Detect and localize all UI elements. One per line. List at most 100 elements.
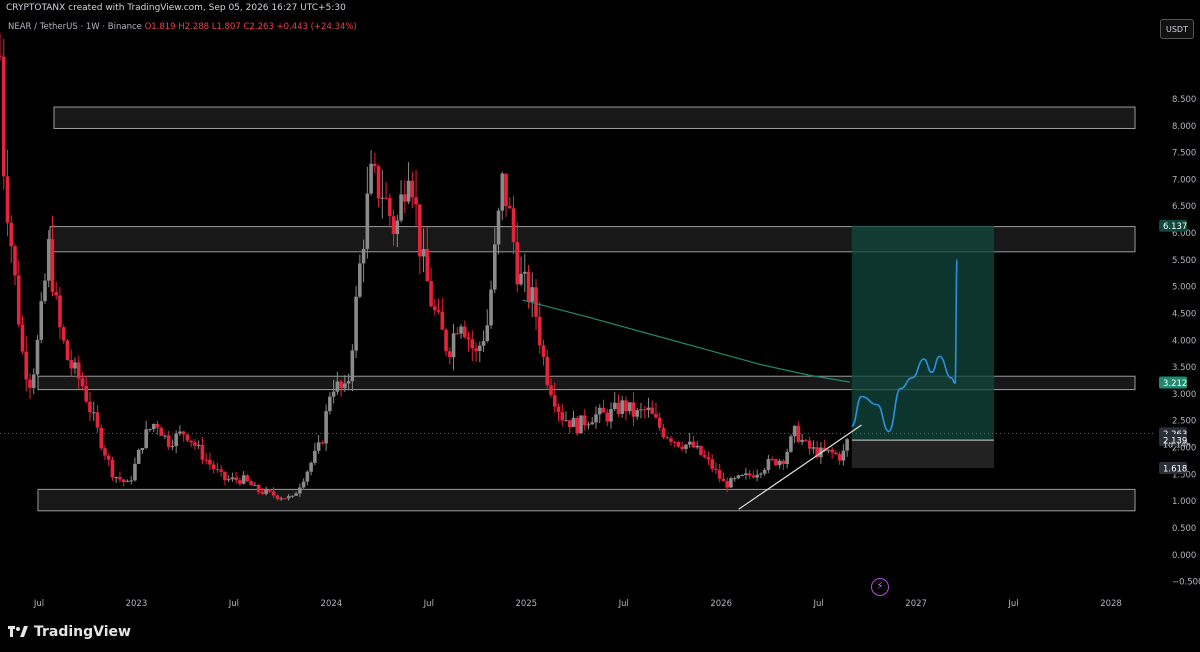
candle-body bbox=[223, 471, 227, 481]
candle-body bbox=[676, 441, 681, 447]
candle-body bbox=[155, 424, 160, 428]
candle-body bbox=[9, 222, 14, 247]
candle-body bbox=[350, 350, 355, 382]
candle-body bbox=[256, 484, 261, 492]
candle-body bbox=[294, 493, 298, 496]
candle-body bbox=[241, 475, 246, 484]
candle-body bbox=[114, 477, 118, 479]
y-tick-label: 6.500 bbox=[1172, 202, 1196, 212]
candle-body bbox=[759, 473, 763, 475]
candle-body bbox=[485, 325, 490, 341]
candle-body bbox=[729, 478, 733, 488]
y-tick-label: 3.500 bbox=[1172, 363, 1196, 373]
price-chart[interactable]: −0.5000.0000.5001.0001.5002.0002.5003.00… bbox=[0, 0, 1200, 652]
candle-body bbox=[208, 459, 212, 465]
candle-body bbox=[380, 197, 385, 199]
candle-body bbox=[448, 351, 452, 358]
candle-body bbox=[616, 402, 621, 414]
candle-body bbox=[661, 427, 666, 438]
candle-body bbox=[189, 440, 193, 443]
candle-body bbox=[459, 326, 463, 334]
candle-body bbox=[830, 449, 834, 453]
candle-body bbox=[410, 180, 415, 198]
candle-body bbox=[481, 340, 486, 346]
stop-zone bbox=[851, 440, 995, 469]
candle-body bbox=[369, 163, 373, 194]
candle-body bbox=[552, 395, 557, 407]
candle-body bbox=[669, 438, 673, 442]
candle-body bbox=[200, 444, 205, 460]
y-tick-label: 8.000 bbox=[1172, 122, 1196, 132]
candle-body bbox=[193, 442, 197, 446]
candle-body bbox=[841, 450, 846, 461]
candle-body bbox=[324, 411, 328, 444]
y-tick-label: 4.000 bbox=[1172, 336, 1196, 346]
tradingview-brand[interactable]: TradingView bbox=[8, 624, 131, 640]
candle-body bbox=[65, 340, 70, 361]
support-zone bbox=[37, 488, 1136, 512]
candle-body bbox=[234, 477, 238, 481]
y-tick-label: 2.500 bbox=[1172, 417, 1196, 427]
candle-body bbox=[204, 459, 208, 461]
candle-body bbox=[181, 431, 186, 435]
candle-body bbox=[414, 197, 418, 205]
candle-body bbox=[13, 246, 17, 276]
brand-name: TradingView bbox=[34, 624, 131, 640]
candle-body bbox=[24, 351, 29, 380]
candle-body bbox=[125, 480, 130, 482]
x-tick-label: 2026 bbox=[710, 599, 732, 609]
candle-body bbox=[687, 441, 692, 445]
candle-body bbox=[725, 481, 729, 488]
candle-body bbox=[249, 481, 253, 486]
candle-body bbox=[178, 431, 182, 434]
candle-body bbox=[335, 381, 340, 392]
candle-body bbox=[354, 296, 358, 351]
candle-body bbox=[545, 356, 550, 386]
candle-body bbox=[20, 324, 25, 352]
candle-body bbox=[440, 311, 445, 330]
candle-body bbox=[609, 409, 613, 422]
candle-body bbox=[657, 417, 662, 428]
price-label: 3.212 bbox=[1163, 379, 1187, 389]
y-tick-label: 7.500 bbox=[1172, 149, 1196, 159]
candle-body bbox=[826, 449, 831, 451]
candle-body bbox=[612, 402, 617, 410]
candle-body bbox=[425, 249, 430, 282]
bar-countdown: 1d 14h bbox=[1163, 440, 1191, 449]
candle-body bbox=[515, 242, 520, 285]
candle-body bbox=[84, 386, 89, 402]
x-tick-label: 2028 bbox=[1100, 599, 1122, 609]
candle-body bbox=[777, 460, 782, 466]
candle-body bbox=[133, 463, 137, 481]
candle-body bbox=[781, 460, 786, 465]
candle-body bbox=[807, 440, 812, 449]
x-tick-label: Jul bbox=[618, 599, 629, 609]
bolt-icon[interactable]: ⚡ bbox=[871, 578, 889, 596]
candle-body bbox=[170, 446, 175, 448]
candle-body bbox=[620, 400, 625, 414]
candle-body bbox=[76, 362, 81, 379]
candle-body bbox=[792, 425, 797, 437]
candle-body bbox=[627, 402, 632, 412]
candle-body bbox=[605, 412, 610, 422]
candle-body bbox=[747, 473, 752, 476]
candle-body bbox=[702, 455, 707, 458]
candle-body bbox=[43, 280, 47, 302]
candle-body bbox=[286, 496, 291, 499]
candle-body bbox=[455, 333, 460, 335]
candle-body bbox=[500, 173, 505, 211]
candle-body bbox=[121, 479, 126, 482]
candle-body bbox=[699, 445, 703, 456]
candle-body bbox=[744, 473, 748, 476]
candle-body bbox=[477, 345, 482, 352]
candle-body bbox=[61, 327, 66, 341]
candle-body bbox=[740, 475, 744, 477]
candle-body bbox=[403, 194, 407, 202]
candle-body bbox=[796, 425, 801, 442]
candle-body bbox=[492, 244, 497, 290]
candle-body bbox=[373, 163, 377, 167]
price-label: 1.618 bbox=[1163, 465, 1187, 475]
candle-body bbox=[391, 216, 396, 234]
candle-body bbox=[136, 449, 141, 464]
candle-body bbox=[418, 204, 422, 257]
